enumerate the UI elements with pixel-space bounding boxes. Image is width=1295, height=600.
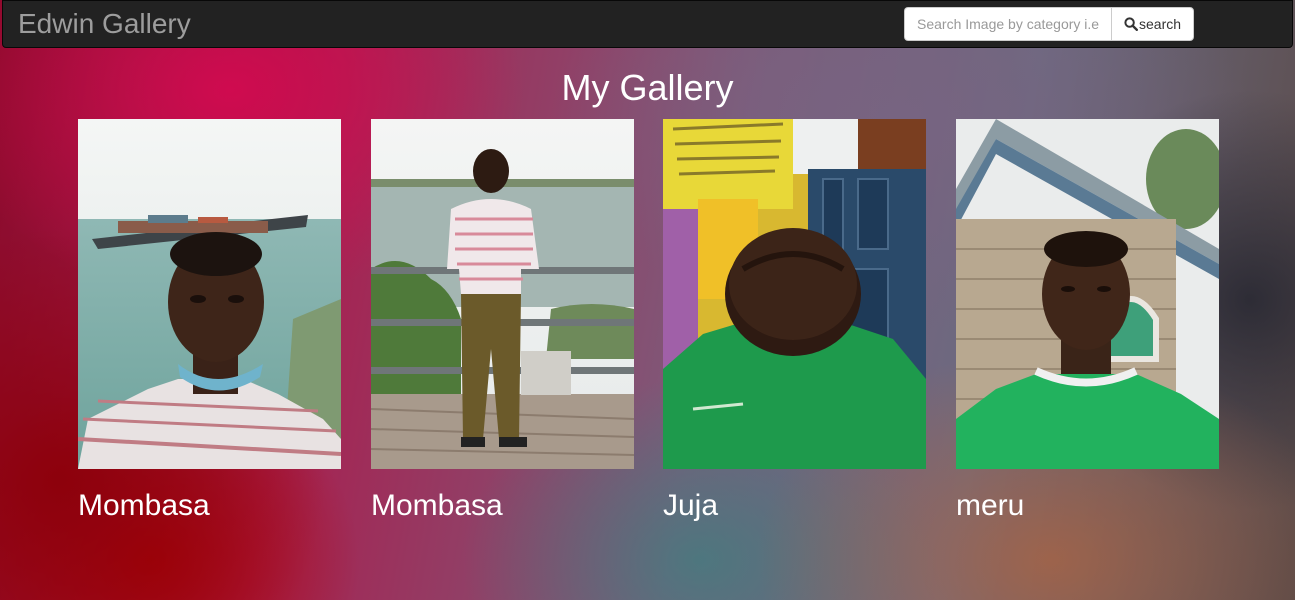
page-title: My Gallery <box>561 67 734 108</box>
search-form: search <box>904 7 1195 41</box>
gallery-card[interactable]: Mombasa <box>371 119 634 522</box>
image-category: Mombasa <box>371 489 503 522</box>
gallery-photo[interactable] <box>663 119 926 469</box>
gallery-card[interactable]: Juja <box>663 119 926 522</box>
gallery-card[interactable]: meru <box>956 119 1219 522</box>
search-icon <box>1124 17 1138 31</box>
gallery-photo[interactable] <box>956 119 1219 469</box>
navbar: Edwin Gallery search <box>2 0 1293 48</box>
search-button-label: search <box>1139 16 1182 32</box>
gallery-photo[interactable] <box>78 119 341 469</box>
brand-link[interactable]: Edwin Gallery <box>18 9 191 39</box>
gallery-photo[interactable] <box>371 119 634 469</box>
search-button[interactable]: search <box>1111 7 1195 41</box>
search-input[interactable] <box>904 7 1111 41</box>
gallery-card[interactable]: Mombasa <box>78 119 341 522</box>
image-category: Juja <box>663 489 719 522</box>
image-category: Mombasa <box>78 489 210 522</box>
image-category: meru <box>956 489 1025 522</box>
